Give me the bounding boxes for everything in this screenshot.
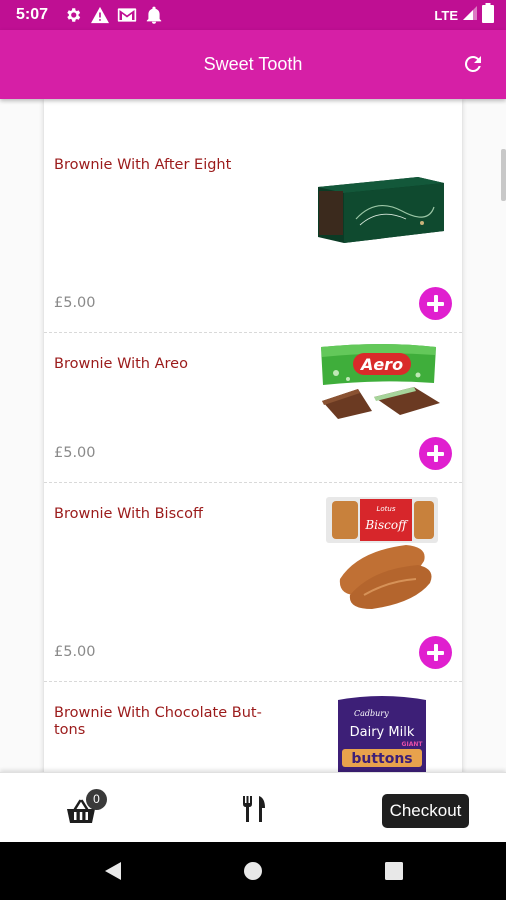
system-navigation-bar [0, 842, 506, 900]
product-list-area[interactable]: Brownie With After Eight £5.00 Brownie W… [0, 99, 506, 772]
back-icon[interactable] [102, 860, 124, 882]
product-name: Brownie With After Eight [54, 157, 232, 173]
settings-icon [62, 5, 84, 25]
product-image-aero: Aero [318, 341, 448, 425]
product-name: Brownie With Areo [54, 356, 188, 372]
battery-icon [482, 3, 494, 27]
product-price: £5.00 [54, 445, 96, 461]
product-image-biscoff: Lotus Biscoff [324, 495, 444, 617]
aero-logo-text: Aero [359, 355, 403, 374]
lotus-brand-text: Lotus [376, 505, 395, 513]
cart-count-badge: 0 [86, 789, 107, 810]
add-to-cart-button[interactable] [419, 287, 452, 320]
giant-label-text: GIANT [402, 741, 424, 748]
product-price: £5.00 [54, 295, 96, 311]
product-card-after-eight[interactable]: Brownie With After Eight £5.00 [44, 99, 462, 333]
home-icon[interactable] [242, 860, 264, 882]
product-card-aero[interactable]: Brownie With Areo Aero £5.00 [44, 333, 462, 483]
app-title: Sweet Tooth [203, 54, 303, 74]
add-to-cart-button[interactable] [419, 636, 452, 669]
product-card-biscoff[interactable]: Brownie With Biscoff Lotus Biscoff £5.00 [44, 483, 462, 682]
product-price: £5.00 [54, 644, 96, 660]
product-image-after-eight [316, 167, 446, 251]
notification-bell-icon [143, 5, 165, 25]
signal-icon [462, 5, 478, 25]
cadbury-logo-text: Cadbury [354, 709, 389, 718]
scrollbar-thumb[interactable] [501, 149, 506, 201]
status-bar: 5:07 LTE [0, 0, 506, 30]
recent-apps-icon[interactable] [383, 860, 405, 882]
app-bar: Sweet Tooth [0, 30, 506, 99]
refresh-button[interactable] [460, 51, 486, 77]
product-image-dairy-milk-buttons: Cadbury Dairy Milk GIANT buttons [334, 692, 430, 772]
bottom-action-bar: 0 Checkout [0, 772, 506, 842]
checkout-button[interactable]: Checkout [382, 794, 469, 828]
screen: 5:07 LTE Sweet Tooth Brownie With After … [0, 0, 506, 900]
add-to-cart-button[interactable] [419, 437, 452, 470]
refresh-icon [464, 55, 481, 72]
product-name: Brownie With Biscoff [54, 506, 203, 522]
product-list: Brownie With After Eight £5.00 Brownie W… [44, 99, 462, 772]
dairy-milk-text: Dairy Milk [350, 725, 415, 740]
cart-button[interactable]: 0 [66, 789, 107, 827]
product-card-chocolate-buttons[interactable]: Brownie With Chocolate But-tons Cadbury … [44, 682, 462, 772]
gmail-icon [116, 5, 138, 25]
buttons-label-text: buttons [351, 751, 412, 767]
warning-icon [89, 5, 111, 25]
network-type: LTE [434, 7, 458, 23]
biscoff-logo-text: Biscoff [364, 518, 409, 532]
status-time: 5:07 [16, 6, 49, 23]
cutlery-icon [243, 796, 265, 822]
menu-button[interactable] [241, 795, 267, 823]
product-name: Brownie With Chocolate But-tons [54, 705, 262, 738]
